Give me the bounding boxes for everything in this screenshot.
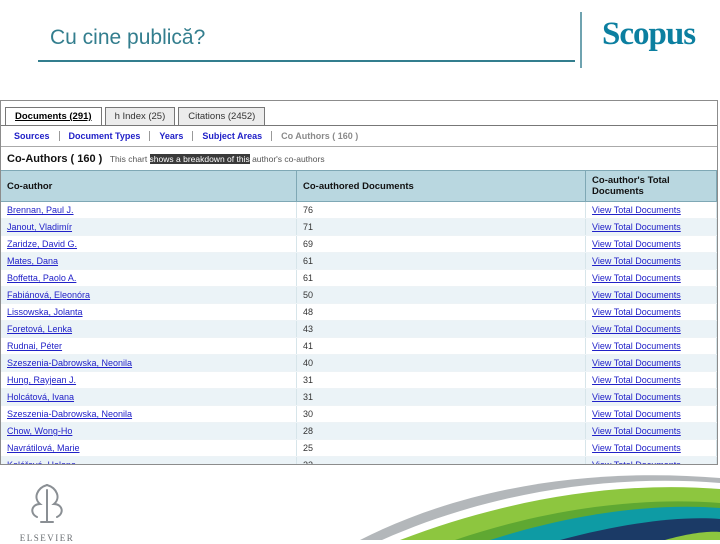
table-row: Fabiánová, Eleonóra 50 View Total Docume… [1,286,717,304]
view-total-link[interactable]: View Total Documents [592,341,681,351]
table-row: Holcátová, Ivana 31 View Total Documents [1,388,717,406]
coauthor-table-body: Brennan, Paul J. 76 View Total Documents… [1,201,717,464]
coauthored-count: 25 [296,439,587,457]
coauthored-count: 43 [296,320,587,338]
coauthor-link[interactable]: Rudnai, Péter [7,341,62,351]
subnav-document-types[interactable]: Document Types [60,131,151,141]
subnav-years[interactable]: Years [150,131,194,141]
coauthor-link[interactable]: Foretová, Lenka [7,324,72,334]
view-total-link[interactable]: View Total Documents [592,443,681,453]
elsevier-wordmark: ELSEVIER [19,533,75,543]
table-row: Lissowska, Jolanta 48 View Total Documen… [1,303,717,321]
subnav-subject-areas[interactable]: Subject Areas [193,131,273,141]
coauthor-table: Co-author Co-authored Documents Co-autho… [1,170,717,464]
table-row: Szeszenia-Dabrowska, Neonila 40 View Tot… [1,354,717,372]
view-total-link[interactable]: View Total Documents [592,222,681,232]
view-total-link[interactable]: View Total Documents [592,426,681,436]
table-row: Hung, Rayjean J. 31 View Total Documents [1,371,717,389]
coauthored-count: 61 [296,269,587,287]
coauthored-count: 50 [296,286,587,304]
page-title: Cu cine publică? [50,26,206,49]
coauthor-link[interactable]: Lissowska, Jolanta [7,307,83,317]
view-total-link[interactable]: View Total Documents [592,239,681,249]
coauthor-link[interactable]: Zaridze, David G. [7,239,77,249]
table-row: Navrátilová, Marie 25 View Total Documen… [1,439,717,457]
view-total-link[interactable]: View Total Documents [592,460,681,464]
coauthored-count: 31 [296,388,587,406]
coauthor-link[interactable]: Brennan, Paul J. [7,205,74,215]
header-divider [580,12,582,68]
table-row: Rudnai, Péter 41 View Total Documents [1,337,717,355]
table-row: Brennan, Paul J. 76 View Total Documents [1,201,717,219]
tab-documents[interactable]: Documents (291) [5,107,102,125]
table-row: Kolářová, Helena 22 View Total Documents [1,456,717,464]
scopus-screenshot-panel: Documents (291) h Index (25) Citations (… [0,100,718,465]
table-row: Zaridze, David G. 69 View Total Document… [1,235,717,253]
coauthored-count: 71 [296,218,587,236]
coauthored-count: 48 [296,303,587,321]
view-total-link[interactable]: View Total Documents [592,324,681,334]
view-total-link[interactable]: View Total Documents [592,205,681,215]
coauthored-count: 31 [296,371,587,389]
section-title: Co-Authors ( 160 ) [7,153,103,165]
view-total-link[interactable]: View Total Documents [592,375,681,385]
coauthored-count: 28 [296,422,587,440]
coauthor-link[interactable]: Hung, Rayjean J. [7,375,76,385]
coauthor-link[interactable]: Fabiánová, Eleonóra [7,290,90,300]
table-row: Chow, Wong-Ho 28 View Total Documents [1,422,717,440]
coauthor-link[interactable]: Szeszenia-Dabrowska, Neonila [7,409,132,419]
col-header-coauthored-documents: Co-authored Documents [296,170,587,202]
elsevier-tree-icon [31,484,63,523]
scopus-logo: Scopus [602,16,696,52]
view-total-link[interactable]: View Total Documents [592,358,681,368]
coauthor-link[interactable]: Mates, Dana [7,256,58,266]
subnav-sources[interactable]: Sources [5,131,60,141]
coauthor-link[interactable]: Kolářová, Helena [7,460,76,464]
coauthored-count: 40 [296,354,587,372]
table-header-row: Co-author Co-authored Documents Co-autho… [1,170,717,202]
desc-post: author's co-authors [249,154,325,164]
tab-bar: Documents (291) h Index (25) Citations (… [1,101,717,126]
coauthored-count: 22 [296,456,587,464]
table-row: Mates, Dana 61 View Total Documents [1,252,717,270]
view-total-link[interactable]: View Total Documents [592,392,681,402]
coauthored-count: 61 [296,252,587,270]
coauthor-link[interactable]: Boffetta, Paolo A. [7,273,76,283]
view-total-link[interactable]: View Total Documents [592,256,681,266]
coauthor-link[interactable]: Janout, Vladimír [7,222,72,232]
table-row: Boffetta, Paolo A. 61 View Total Documen… [1,269,717,287]
section-description: This chart shows a breakdown of this aut… [110,154,325,164]
col-header-coauthor: Co-author [1,170,297,202]
tab-h-index[interactable]: h Index (25) [104,107,176,125]
view-total-link[interactable]: View Total Documents [592,307,681,317]
subnav-co-authors: Co Authors ( 160 ) [281,131,359,141]
section-header: Co-Authors ( 160 ) This chart shows a br… [1,147,717,170]
subnav-bar: Sources Document Types Years Subject Are… [1,126,717,147]
table-row: Foretová, Lenka 43 View Total Documents [1,320,717,338]
title-underline [38,60,575,62]
desc-pre: This chart [109,154,150,164]
coauthor-link[interactable]: Szeszenia-Dabrowska, Neonila [7,358,132,368]
coauthor-link[interactable]: Navrátilová, Marie [7,443,80,453]
swoosh-graphic [360,475,720,540]
view-total-link[interactable]: View Total Documents [592,409,681,419]
coauthor-link[interactable]: Holcátová, Ivana [7,392,74,402]
coauthored-count: 69 [296,235,587,253]
col-header-total-documents: Co-author's Total Documents [585,170,717,202]
coauthored-count: 76 [296,201,587,219]
tab-citations[interactable]: Citations (2452) [178,107,266,125]
coauthored-count: 30 [296,405,587,423]
coauthor-link[interactable]: Chow, Wong-Ho [7,426,72,436]
coauthored-count: 41 [296,337,587,355]
elsevier-logo: ELSEVIER [12,482,82,544]
table-row: Szeszenia-Dabrowska, Neonila 30 View Tot… [1,405,717,423]
desc-highlighted-text: shows a breakdown of this [149,154,250,164]
view-total-link[interactable]: View Total Documents [592,290,681,300]
view-total-link[interactable]: View Total Documents [592,273,681,283]
table-row: Janout, Vladimír 71 View Total Documents [1,218,717,236]
